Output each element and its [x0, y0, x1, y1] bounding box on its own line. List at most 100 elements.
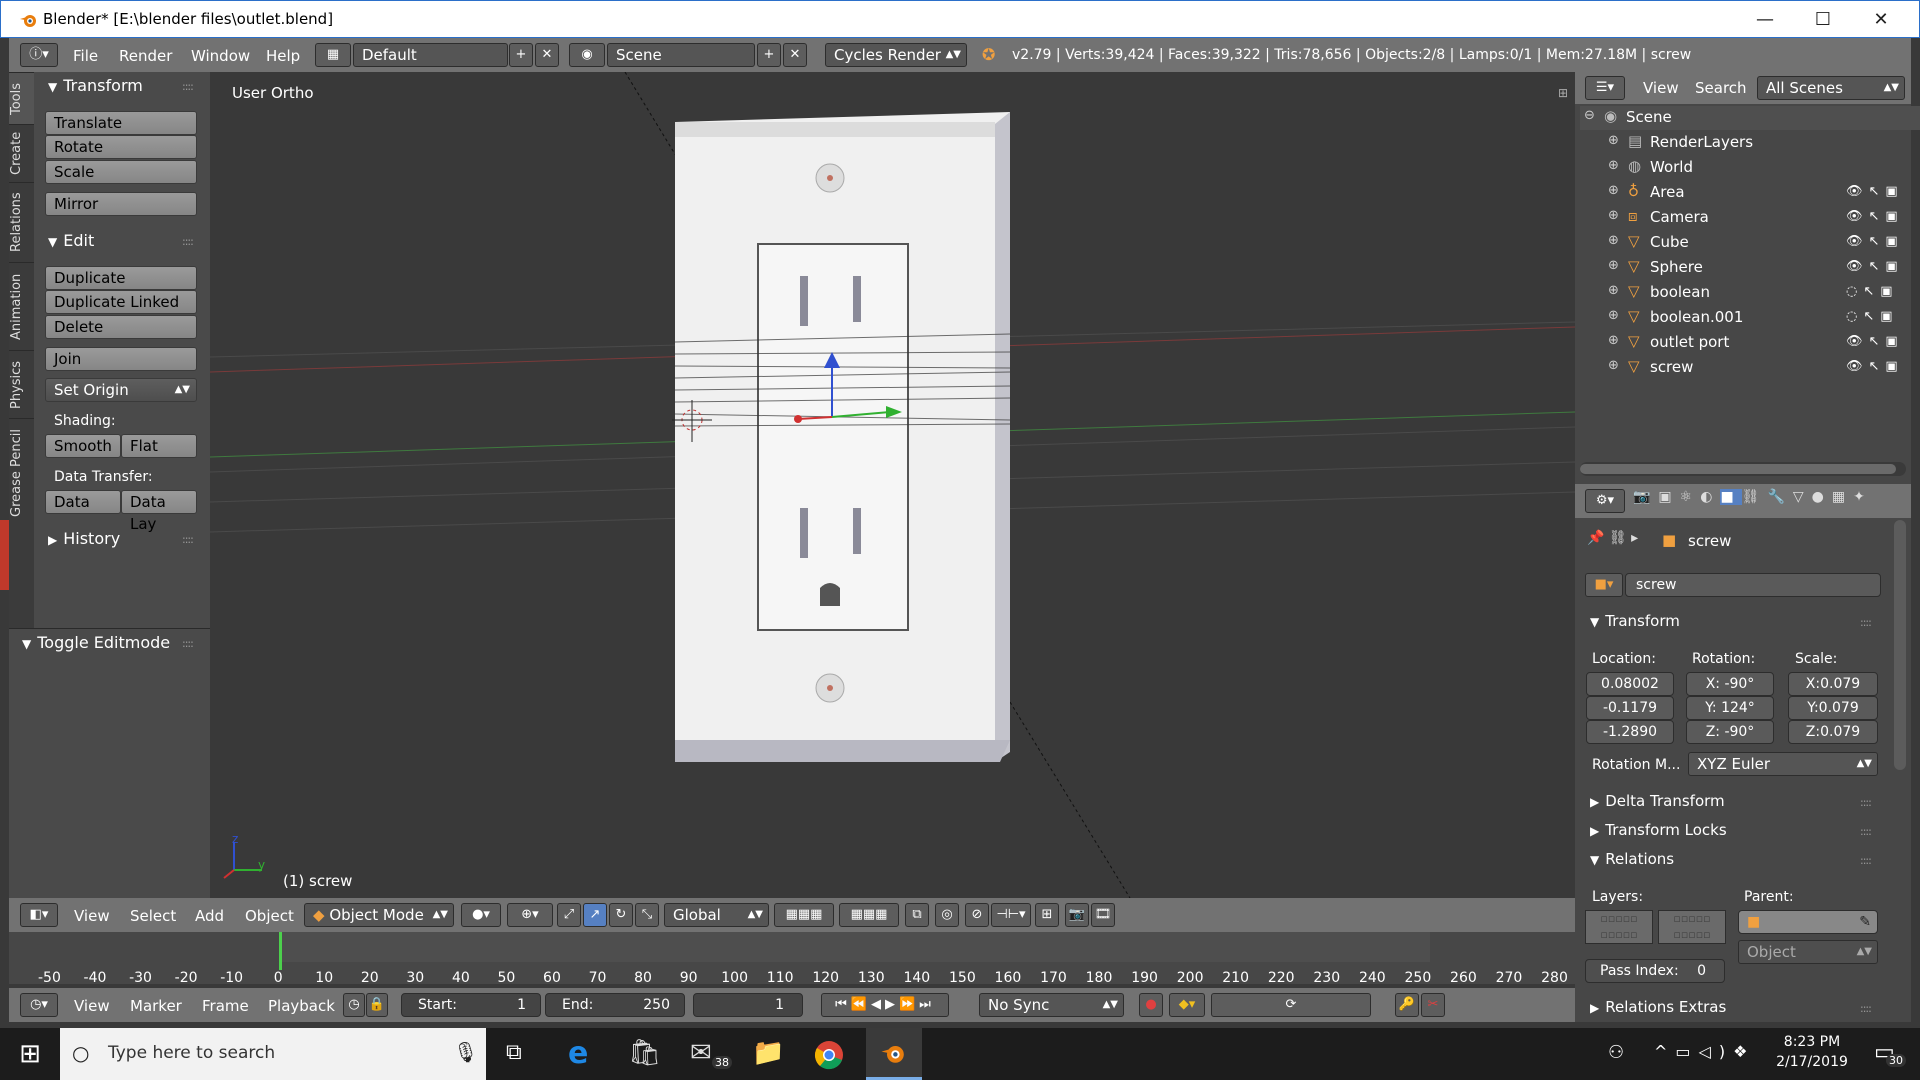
- windows-start-icon[interactable]: ⊞: [0, 1028, 60, 1080]
- transform-orientation-dropdown[interactable]: Global ▲▼: [664, 903, 769, 927]
- taskbar-search-box[interactable]: ○ Type here to search 🎙: [60, 1028, 486, 1080]
- tab-relations[interactable]: Relations: [9, 182, 34, 262]
- lock-camera-icon[interactable]: ⧉: [905, 903, 929, 927]
- location-y-field[interactable]: -0.1179: [1586, 696, 1674, 720]
- outliner-item-label[interactable]: boolean.001: [1650, 308, 1743, 326]
- prop-transform-header[interactable]: ▼ Transform: [1590, 612, 1680, 630]
- pin-icon[interactable]: 📌 ⛓ ▸: [1587, 530, 1638, 546]
- rotation-x-field[interactable]: X: -90°: [1686, 672, 1774, 696]
- drag-grip-icon[interactable]: ::::: [1860, 796, 1872, 809]
- layers-grid-2-icon[interactable]: ▦▦▦: [839, 903, 899, 927]
- maximize-button[interactable]: ☐: [1794, 1, 1852, 39]
- expand-icon[interactable]: ⊕: [1608, 133, 1619, 148]
- screen-layout-icon[interactable]: ▦: [315, 43, 351, 67]
- edit-section-header[interactable]: ▼ Edit: [48, 231, 94, 250]
- expand-icon[interactable]: ⊕: [1608, 158, 1619, 173]
- location-x-field[interactable]: 0.08002: [1586, 672, 1674, 696]
- layer-grid-2[interactable]: ▫▫▫▫▫ ▫▫▫▫▫: [1658, 910, 1726, 944]
- rotation-z-field[interactable]: Z: -90°: [1686, 720, 1774, 744]
- drag-grip-icon[interactable]: ::::: [182, 235, 194, 248]
- visibility-toggles[interactable]: 👁↖▣: [1846, 234, 1904, 249]
- visibility-toggles[interactable]: 👁↖▣: [1846, 359, 1904, 374]
- outliner-item-label[interactable]: screw: [1650, 358, 1693, 376]
- outliner-row[interactable]: ⊖ ◉ Scene: [1580, 106, 1920, 130]
- collapse-icon[interactable]: ⊖: [1584, 108, 1595, 123]
- outliner-item-label[interactable]: boolean: [1650, 283, 1710, 301]
- expand-icon[interactable]: ⊕: [1608, 233, 1619, 248]
- add-layout-icon[interactable]: +: [509, 43, 533, 67]
- rotate-manipulator-icon[interactable]: ↻: [609, 903, 633, 927]
- tab-create[interactable]: Create: [9, 124, 34, 182]
- drag-grip-icon[interactable]: ::::: [182, 637, 194, 650]
- delete-key-icon[interactable]: ✂: [1421, 993, 1445, 1017]
- join-button[interactable]: Join: [45, 347, 197, 371]
- rotate-button[interactable]: Rotate: [45, 135, 197, 159]
- insert-key-icon[interactable]: 🔑: [1395, 993, 1419, 1017]
- translate-button[interactable]: Translate: [45, 111, 197, 135]
- scale-manipulator-icon[interactable]: ⤡: [635, 903, 659, 927]
- delta-transform-header[interactable]: ▶ Delta Transform: [1590, 792, 1725, 810]
- snap-toggle-icon[interactable]: ⊘: [965, 903, 989, 927]
- system-tray-icons[interactable]: ^▭◁)❖: [1654, 1042, 1755, 1061]
- translate-manipulator-icon[interactable]: ↗: [583, 903, 607, 927]
- start-frame-field[interactable]: Start: 1: [401, 993, 541, 1017]
- outliner-item-label[interactable]: Cube: [1650, 233, 1689, 251]
- scene-icon[interactable]: ◉: [569, 43, 605, 67]
- editor-type-info-icon[interactable]: ⓘ▾: [20, 43, 58, 67]
- object-menu[interactable]: Object: [245, 907, 294, 925]
- end-frame-field[interactable]: End: 250: [545, 993, 685, 1017]
- editor-type-outliner-icon[interactable]: ☰▾: [1585, 76, 1625, 100]
- properties-context-tabs[interactable]: 📷▣⚛◐■⛓🔧▽●▦✦: [1633, 489, 1911, 513]
- clock-time[interactable]: 8:23 PM: [1770, 1034, 1854, 1050]
- store-icon[interactable]: 🛍: [628, 1038, 661, 1068]
- menu-render[interactable]: Render: [119, 47, 172, 65]
- toggle-editmode-header[interactable]: ▼ Toggle Editmode: [22, 633, 170, 652]
- outliner-item-label[interactable]: outlet port: [1650, 333, 1729, 351]
- add-menu[interactable]: Add: [195, 907, 224, 925]
- smooth-button[interactable]: Smooth: [45, 434, 121, 458]
- rotation-mode-dropdown[interactable]: XYZ Euler ▲▼: [1688, 752, 1878, 776]
- expand-icon[interactable]: ⊕: [1608, 258, 1619, 273]
- outliner-item-label[interactable]: World: [1650, 158, 1693, 176]
- expand-icon[interactable]: ⊕: [1608, 183, 1619, 198]
- blender-taskbar-button[interactable]: [866, 1028, 922, 1080]
- tab-tools[interactable]: Tools: [9, 72, 34, 124]
- duplicate-button[interactable]: Duplicate: [45, 266, 197, 290]
- scale-button[interactable]: Scale: [45, 160, 197, 184]
- editor-type-timeline-icon[interactable]: ◷▾: [20, 993, 58, 1017]
- outliner-row[interactable]: ⊕ ▽ Sphere 👁↖▣: [1580, 256, 1920, 280]
- playback-controls[interactable]: ⏮⏪◀▶⏩⏭: [821, 993, 949, 1017]
- outliner-row[interactable]: ⊕ ▽ Cube 👁↖▣: [1580, 231, 1920, 255]
- scale-x-field[interactable]: X:0.079: [1788, 672, 1878, 696]
- playback-menu[interactable]: Playback: [268, 997, 335, 1015]
- outliner-row[interactable]: ⊕ ♁ Area 👁↖▣: [1580, 181, 1920, 205]
- transform-locks-header[interactable]: ▶ Transform Locks: [1590, 821, 1727, 839]
- task-view-icon[interactable]: ⧉: [506, 1040, 522, 1065]
- minimize-button[interactable]: —: [1736, 1, 1794, 39]
- render-anim-icon[interactable]: 🎞: [1091, 903, 1115, 927]
- tab-animation[interactable]: Animation: [9, 262, 34, 350]
- menu-window[interactable]: Window: [191, 47, 250, 65]
- playhead[interactable]: [279, 932, 282, 970]
- drag-grip-icon[interactable]: ::::: [1860, 854, 1872, 867]
- relations-extras-header[interactable]: ▶ Relations Extras: [1590, 998, 1726, 1016]
- manipulator-toggle-icon[interactable]: ⤢: [557, 903, 581, 927]
- file-explorer-icon[interactable]: 📁: [752, 1038, 784, 1068]
- flat-button[interactable]: Flat: [121, 434, 197, 458]
- remove-layout-icon[interactable]: ✕: [535, 43, 559, 67]
- viewport-shading-icon[interactable]: ●▾: [461, 903, 501, 927]
- chrome-icon[interactable]: [814, 1040, 844, 1070]
- history-section-header[interactable]: ▶ History: [48, 529, 120, 548]
- outliner-item-label[interactable]: Area: [1650, 183, 1685, 201]
- drag-grip-icon[interactable]: ::::: [182, 533, 194, 546]
- visibility-toggles[interactable]: 👁↖▣: [1846, 259, 1904, 274]
- tab-physics[interactable]: Physics: [9, 350, 34, 418]
- rotation-y-field[interactable]: Y: 124°: [1686, 696, 1774, 720]
- outliner-row[interactable]: ⊕ ▽ outlet port 👁↖▣: [1580, 331, 1920, 355]
- pass-index-field[interactable]: Pass Index: 0: [1585, 959, 1725, 983]
- relations-header[interactable]: ▼ Relations: [1590, 850, 1674, 868]
- visibility-toggles[interactable]: ◌↖▣: [1846, 284, 1899, 299]
- outliner-item-label[interactable]: Camera: [1650, 208, 1709, 226]
- view-menu[interactable]: View: [74, 907, 110, 925]
- outliner-row[interactable]: ⊕ ▤ RenderLayers: [1580, 131, 1920, 155]
